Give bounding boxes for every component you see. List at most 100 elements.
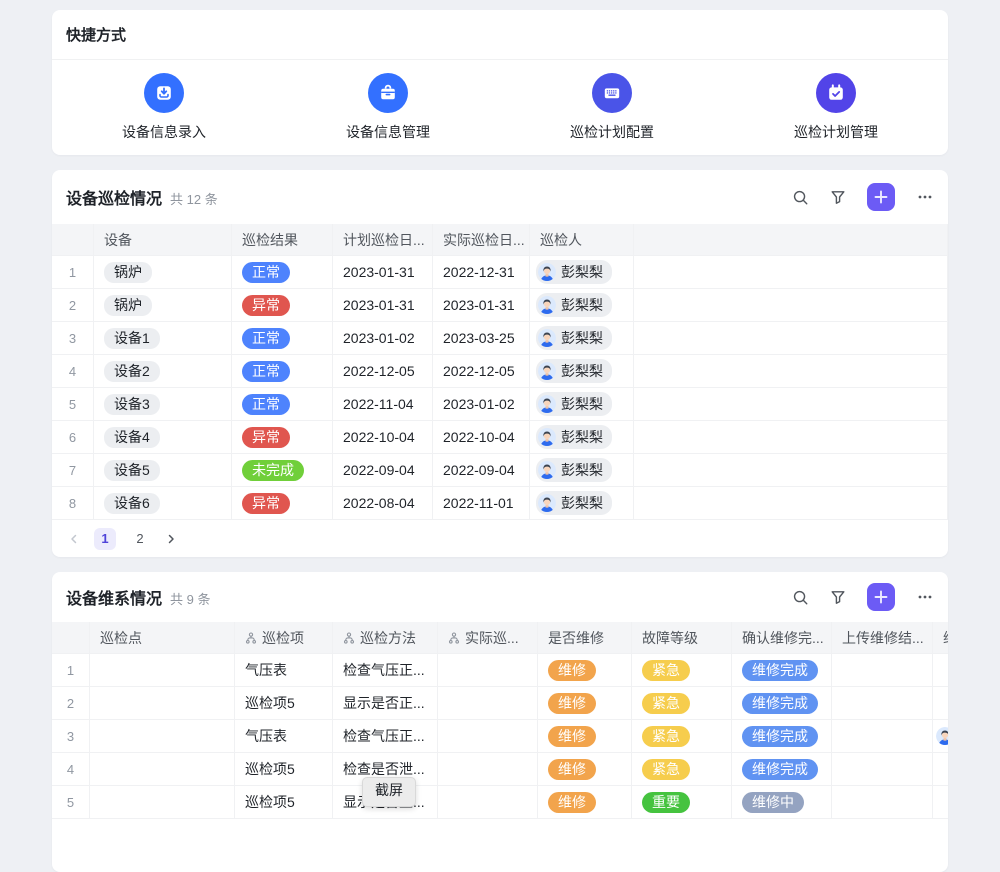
cell-repair-person[interactable]	[933, 654, 948, 687]
cell-actual-date[interactable]: 2023-01-02	[433, 388, 530, 421]
cell-inspector[interactable]: 彭梨梨	[530, 388, 634, 421]
cell-empty[interactable]	[634, 388, 948, 421]
cell-inspector[interactable]: 彭梨梨	[530, 322, 634, 355]
cell-confirm[interactable]: 维修中	[732, 786, 832, 819]
cell-repair-person[interactable]	[933, 687, 948, 720]
cell-actual-date[interactable]: 2022-11-01	[433, 487, 530, 520]
cell-point[interactable]	[90, 786, 235, 819]
cell-plan-date[interactable]: 2023-01-31	[333, 289, 433, 322]
cell-upload[interactable]	[832, 720, 933, 753]
more-icon[interactable]	[916, 588, 934, 606]
cell-empty[interactable]	[634, 454, 948, 487]
cell-item[interactable]: 巡检项5	[235, 786, 333, 819]
cell-plan-date[interactable]: 2023-01-31	[333, 256, 433, 289]
cell-repair[interactable]: 维修	[538, 654, 632, 687]
cell-device[interactable]: 设备3	[94, 388, 232, 421]
cell-result[interactable]: 正常	[232, 256, 333, 289]
filter-icon[interactable]	[830, 189, 846, 205]
cell-level[interactable]: 紧急	[632, 687, 732, 720]
cell-plan-date[interactable]: 2022-09-04	[333, 454, 433, 487]
cell-actual[interactable]	[438, 654, 538, 687]
cell-actual-date[interactable]: 2023-03-25	[433, 322, 530, 355]
cell-actual[interactable]	[438, 687, 538, 720]
cell-level[interactable]: 紧急	[632, 654, 732, 687]
shortcut-1[interactable]: 设备信息管理	[276, 73, 500, 142]
cell-actual[interactable]	[438, 753, 538, 786]
filter-icon[interactable]	[830, 589, 846, 605]
next-page-icon[interactable]	[164, 532, 178, 546]
cell-point[interactable]	[90, 753, 235, 786]
cell-point[interactable]	[90, 687, 235, 720]
cell-repair[interactable]: 维修	[538, 786, 632, 819]
page-button-1[interactable]: 1	[94, 528, 116, 550]
cell-method[interactable]: 检查气压正...	[333, 720, 438, 753]
cell-actual-date[interactable]: 2022-12-05	[433, 355, 530, 388]
cell-device[interactable]: 锅炉	[94, 256, 232, 289]
cell-device[interactable]: 设备4	[94, 421, 232, 454]
cell-repair-person[interactable]	[933, 786, 948, 819]
cell-inspector[interactable]: 彭梨梨	[530, 256, 634, 289]
cell-result[interactable]: 异常	[232, 487, 333, 520]
cell-upload[interactable]	[832, 786, 933, 819]
prev-page-icon[interactable]	[67, 532, 81, 546]
cell-confirm[interactable]: 维修完成	[732, 720, 832, 753]
cell-plan-date[interactable]: 2022-11-04	[333, 388, 433, 421]
cell-device[interactable]: 设备6	[94, 487, 232, 520]
cell-plan-date[interactable]: 2023-01-02	[333, 322, 433, 355]
cell-empty[interactable]	[634, 256, 948, 289]
cell-point[interactable]	[90, 720, 235, 753]
cell-upload[interactable]	[832, 687, 933, 720]
search-icon[interactable]	[792, 589, 809, 606]
cell-repair[interactable]: 维修	[538, 687, 632, 720]
cell-empty[interactable]	[634, 322, 948, 355]
cell-empty[interactable]	[634, 289, 948, 322]
add-record-button[interactable]	[867, 583, 895, 611]
cell-plan-date[interactable]: 2022-12-05	[333, 355, 433, 388]
cell-method[interactable]: 检查气压正...	[333, 654, 438, 687]
cell-item[interactable]: 气压表	[235, 654, 333, 687]
shortcut-2[interactable]: 巡检计划配置	[500, 73, 724, 142]
cell-item[interactable]: 巡检项5	[235, 753, 333, 786]
cell-plan-date[interactable]: 2022-10-04	[333, 421, 433, 454]
cell-repair-person[interactable]	[933, 720, 948, 753]
cell-inspector[interactable]: 彭梨梨	[530, 355, 634, 388]
cell-empty[interactable]	[634, 421, 948, 454]
cell-item[interactable]: 气压表	[235, 720, 333, 753]
cell-upload[interactable]	[832, 753, 933, 786]
cell-confirm[interactable]: 维修完成	[732, 654, 832, 687]
cell-actual-date[interactable]: 2022-09-04	[433, 454, 530, 487]
cell-point[interactable]	[90, 654, 235, 687]
cell-device[interactable]: 设备1	[94, 322, 232, 355]
more-icon[interactable]	[916, 188, 934, 206]
cell-item[interactable]: 巡检项5	[235, 687, 333, 720]
cell-inspector[interactable]: 彭梨梨	[530, 421, 634, 454]
cell-result[interactable]: 未完成	[232, 454, 333, 487]
cell-level[interactable]: 重要	[632, 786, 732, 819]
cell-confirm[interactable]: 维修完成	[732, 687, 832, 720]
cell-empty[interactable]	[634, 487, 948, 520]
cell-actual-date[interactable]: 2022-12-31	[433, 256, 530, 289]
cell-result[interactable]: 异常	[232, 289, 333, 322]
cell-level[interactable]: 紧急	[632, 720, 732, 753]
cell-result[interactable]: 正常	[232, 388, 333, 421]
cell-plan-date[interactable]: 2022-08-04	[333, 487, 433, 520]
cell-inspector[interactable]: 彭梨梨	[530, 487, 634, 520]
cell-repair[interactable]: 维修	[538, 753, 632, 786]
cell-upload[interactable]	[832, 654, 933, 687]
cell-actual[interactable]	[438, 720, 538, 753]
cell-actual[interactable]	[438, 786, 538, 819]
cell-device[interactable]: 设备2	[94, 355, 232, 388]
cell-actual-date[interactable]: 2022-10-04	[433, 421, 530, 454]
search-icon[interactable]	[792, 189, 809, 206]
cell-confirm[interactable]: 维修完成	[732, 753, 832, 786]
shortcut-3[interactable]: 巡检计划管理	[724, 73, 948, 142]
cell-repair[interactable]: 维修	[538, 720, 632, 753]
cell-repair-person[interactable]	[933, 753, 948, 786]
cell-device[interactable]: 锅炉	[94, 289, 232, 322]
cell-empty[interactable]	[634, 355, 948, 388]
cell-result[interactable]: 正常	[232, 322, 333, 355]
cell-method[interactable]: 显示是否正...	[333, 687, 438, 720]
cell-result[interactable]: 正常	[232, 355, 333, 388]
cell-inspector[interactable]: 彭梨梨	[530, 289, 634, 322]
cell-device[interactable]: 设备5	[94, 454, 232, 487]
